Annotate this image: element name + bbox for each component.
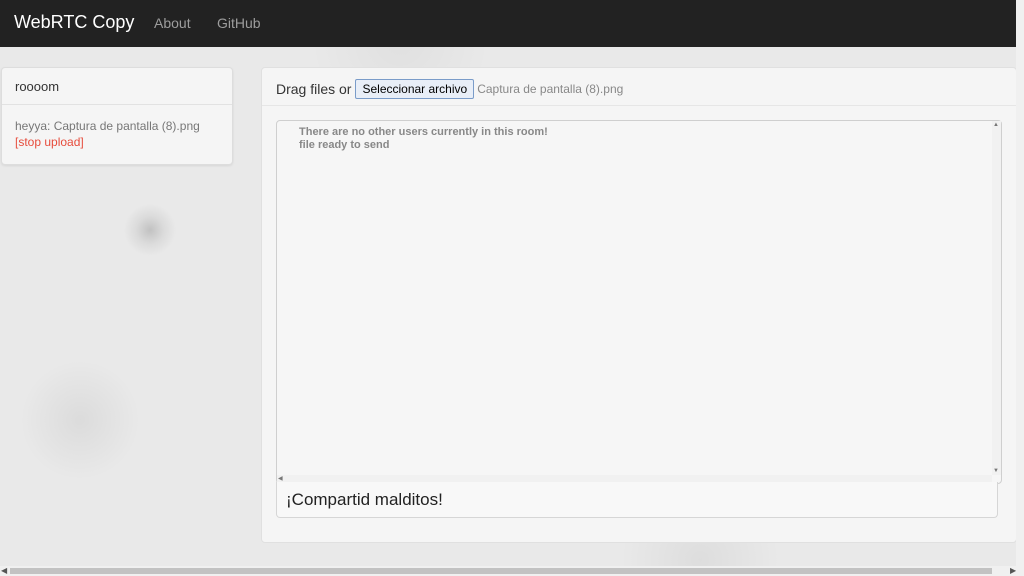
stop-upload-link[interactable]: [stop upload] <box>15 135 84 149</box>
nav-link-about[interactable]: About <box>154 15 191 31</box>
page-vertical-scrollbar[interactable] <box>1016 0 1024 566</box>
panel-divider <box>262 105 1016 106</box>
nav-link-github[interactable]: GitHub <box>217 15 261 31</box>
selected-file-name: Captura de pantalla (8).png <box>477 82 624 96</box>
page-scroll-thumb[interactable] <box>10 568 992 574</box>
page-scroll-left-icon[interactable]: ◀ <box>1 566 7 576</box>
log-line: file ready to send <box>299 139 390 151</box>
choose-file-button[interactable]: Seleccionar archivo <box>355 79 475 99</box>
room-panel: roooom heyya: Captura de pantalla (8).pn… <box>1 67 233 165</box>
chat-log-text: There are no other users currently in th… <box>299 126 548 152</box>
navbar: WebRTC Copy About GitHub <box>0 0 1016 47</box>
chat-log[interactable]: There are no other users currently in th… <box>276 120 1002 484</box>
scroll-up-arrow-icon[interactable]: ▲ <box>993 122 999 128</box>
scroll-down-arrow-icon[interactable]: ▼ <box>993 468 999 474</box>
brand-link[interactable]: WebRTC Copy <box>14 12 134 33</box>
drag-files-label: Drag files or <box>276 81 352 97</box>
file-transfer-text: heyya: Captura de pantalla (8).png <box>15 119 200 133</box>
main-panel: Drag files or Seleccionar archivo Captur… <box>261 67 1017 543</box>
file-transfer-entry: heyya: Captura de pantalla (8).png [stop… <box>15 118 225 150</box>
chat-log-vertical-scrollbar[interactable]: ▲ ▼ <box>992 121 1001 475</box>
room-name: roooom <box>15 79 60 94</box>
log-line: There are no other users currently in th… <box>299 126 548 138</box>
page-horizontal-scrollbar[interactable]: ◀ ▶ <box>0 566 1024 576</box>
page-scroll-right-icon[interactable]: ▶ <box>1010 566 1016 576</box>
room-divider <box>2 104 232 105</box>
file-drop-row[interactable]: Drag files or Seleccionar archivo Captur… <box>276 78 623 100</box>
message-input[interactable] <box>276 482 998 518</box>
